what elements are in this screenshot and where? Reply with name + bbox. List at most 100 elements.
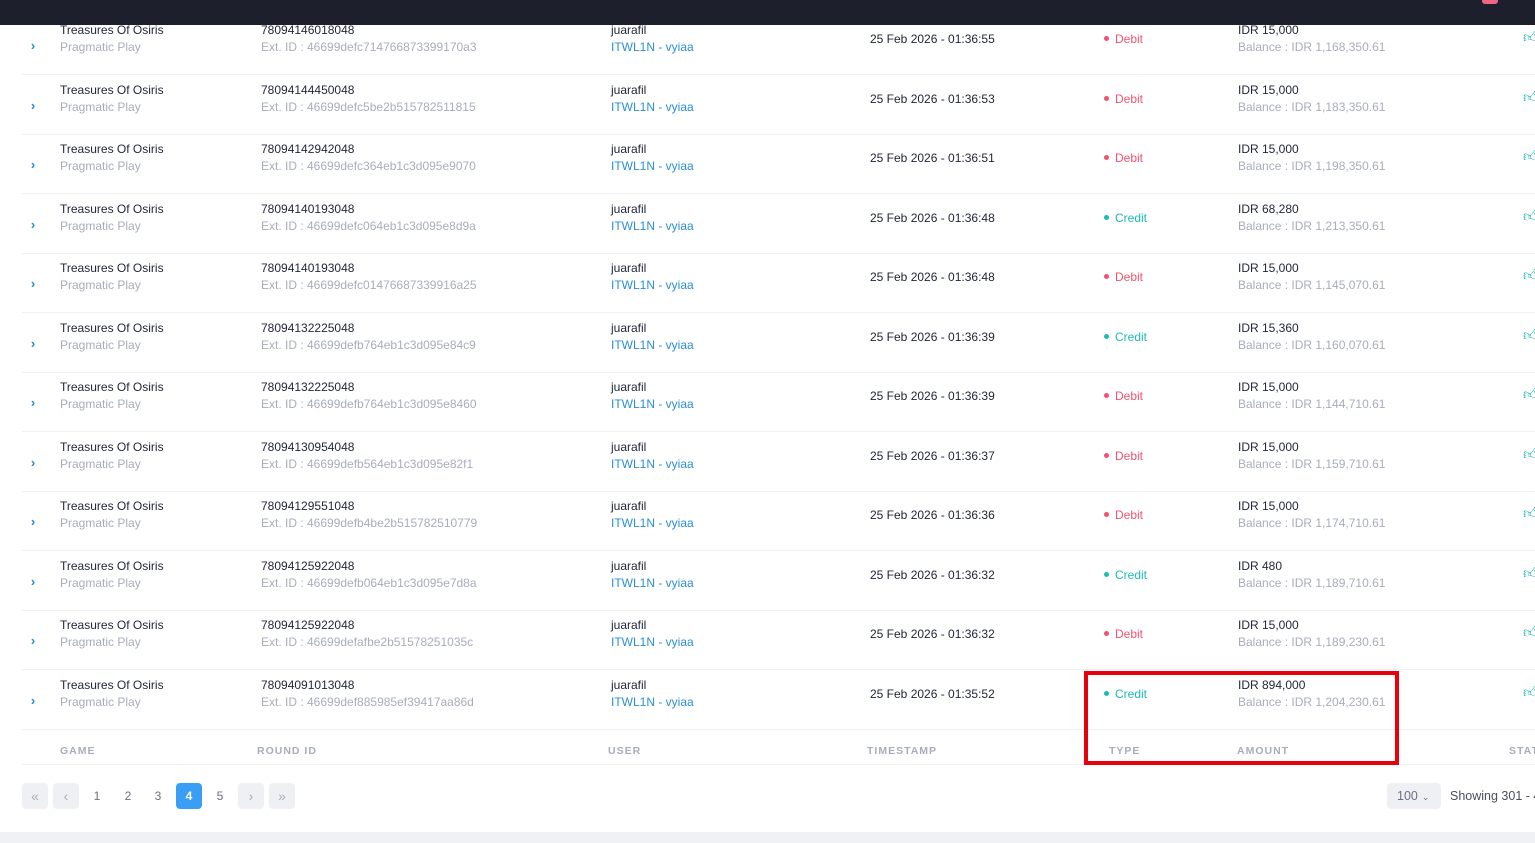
table-row[interactable]: › Treasures Of Osiris Pragmatic Play 780941… bbox=[22, 551, 1535, 611]
user-link[interactable]: ITWL1N - vyiaa bbox=[611, 575, 694, 592]
status-dot bbox=[1104, 691, 1109, 697]
first-page-button[interactable]: « bbox=[22, 783, 48, 809]
chevron-right-icon[interactable]: › bbox=[26, 515, 40, 529]
amount: IDR 894,000 bbox=[1238, 678, 1306, 692]
balance: Balance : IDR 1,159,710.61 bbox=[1238, 457, 1386, 471]
column-header-user[interactable]: USER bbox=[608, 745, 641, 757]
user-link[interactable]: ITWL1N - vyiaa bbox=[611, 99, 694, 116]
round-cell: 78094146018048 Ext. ID : 46699defc7147668… bbox=[261, 22, 477, 56]
notification-badge[interactable] bbox=[1482, 0, 1498, 4]
column-header-round-id[interactable]: ROUND ID bbox=[257, 745, 317, 757]
type-badge: Credit bbox=[1104, 210, 1147, 227]
chevron-right-icon[interactable]: › bbox=[26, 337, 40, 351]
chevron-right-icon[interactable]: › bbox=[26, 39, 40, 53]
user-link[interactable]: ITWL1N - vyiaa bbox=[611, 277, 694, 294]
user-link[interactable]: ITWL1N - vyiaa bbox=[611, 158, 694, 175]
type-badge: Debit bbox=[1104, 31, 1143, 48]
per-page-select[interactable]: 100 ⌄ bbox=[1387, 783, 1441, 809]
chevron-right-icon[interactable]: › bbox=[26, 575, 40, 589]
user-link[interactable]: ITWL1N - vyiaa bbox=[611, 694, 694, 711]
chevron-right-icon[interactable]: › bbox=[26, 456, 40, 470]
thumbs-up-icon[interactable]: 👍︎ bbox=[1523, 446, 1535, 464]
thumbs-up-icon[interactable]: 👍︎ bbox=[1523, 267, 1535, 285]
user-link[interactable]: ITWL1N - vyiaa bbox=[611, 218, 694, 235]
user-cell: juarafil ITWL1N - vyiaa bbox=[611, 141, 694, 175]
round-id: 78094129551048 bbox=[261, 499, 355, 513]
chevron-right-icon[interactable]: › bbox=[26, 218, 40, 232]
chevron-right-icon[interactable]: › bbox=[26, 396, 40, 410]
balance: Balance : IDR 1,174,710.61 bbox=[1238, 516, 1386, 530]
round-cell: 78094132225048 Ext. ID : 46699defb764eb1c… bbox=[261, 379, 477, 413]
next-page-button[interactable]: › bbox=[238, 783, 264, 809]
type-badge: Credit bbox=[1104, 567, 1147, 584]
table-row[interactable]: › Treasures Of Osiris Pragmatic Play 780941… bbox=[22, 610, 1535, 670]
game-cell: Treasures Of Osiris Pragmatic Play bbox=[60, 677, 164, 711]
user-link[interactable]: ITWL1N - vyiaa bbox=[611, 515, 694, 532]
table-row[interactable]: › Treasures Of Osiris Pragmatic Play 780941… bbox=[22, 372, 1535, 432]
amount-cell: IDR 15,000 Balance : IDR 1,159,710.61 bbox=[1238, 439, 1385, 473]
game-cell: Treasures Of Osiris Pragmatic Play bbox=[60, 558, 164, 592]
column-header-status[interactable]: STAT bbox=[1509, 745, 1535, 757]
amount: IDR 15,000 bbox=[1238, 618, 1299, 632]
type-label: Debit bbox=[1115, 151, 1144, 165]
column-header-timestamp[interactable]: TIMESTAMP bbox=[867, 745, 937, 757]
page-3-button[interactable]: 3 bbox=[145, 783, 171, 809]
page-5-button[interactable]: 5 bbox=[207, 783, 233, 809]
thumbs-up-icon[interactable]: 👍︎ bbox=[1523, 327, 1535, 345]
timestamp: 25 Feb 2026 - 01:36:37 bbox=[870, 449, 995, 463]
table-row[interactable]: › Treasures Of Osiris Pragmatic Play 780941… bbox=[22, 313, 1535, 373]
chevron-right-icon[interactable]: › bbox=[26, 277, 40, 291]
table-row[interactable]: › Treasures Of Osiris Pragmatic Play 780941… bbox=[22, 253, 1535, 313]
round-id: 78094132225048 bbox=[261, 321, 355, 335]
user-link[interactable]: ITWL1N - vyiaa bbox=[611, 634, 694, 651]
status-dot bbox=[1104, 274, 1109, 280]
chevron-right-icon[interactable]: › bbox=[26, 694, 40, 708]
column-header-game[interactable]: GAME bbox=[60, 745, 96, 757]
chevron-right-icon[interactable]: › bbox=[26, 158, 40, 172]
chevron-right-icon[interactable]: › bbox=[26, 99, 40, 113]
thumbs-up-icon[interactable]: 👍︎ bbox=[1523, 208, 1535, 226]
user-link[interactable]: ITWL1N - vyiaa bbox=[611, 456, 694, 473]
round-id: 78094140193048 bbox=[261, 202, 355, 216]
column-header-amount[interactable]: AMOUNT bbox=[1237, 745, 1289, 757]
table-row[interactable]: › Treasures Of Osiris Pragmatic Play 780941… bbox=[22, 134, 1535, 194]
user-link[interactable]: ITWL1N - vyiaa bbox=[611, 337, 694, 354]
thumbs-up-icon[interactable]: 👍︎ bbox=[1523, 386, 1535, 404]
round-cell: 78094142942048 Ext. ID : 46699defc364eb1c… bbox=[261, 141, 476, 175]
last-page-button[interactable]: » bbox=[269, 783, 295, 809]
prev-page-button[interactable]: ‹ bbox=[53, 783, 79, 809]
table-row[interactable]: › Treasures Of Osiris Pragmatic Play 780941… bbox=[22, 15, 1535, 75]
user-cell: juarafil ITWL1N - vyiaa bbox=[611, 260, 694, 294]
type-label: Credit bbox=[1115, 330, 1148, 344]
thumbs-up-icon[interactable]: 👍︎ bbox=[1523, 29, 1535, 47]
thumbs-up-icon[interactable]: 👍︎ bbox=[1523, 89, 1535, 107]
user-link[interactable]: ITWL1N - vyiaa bbox=[611, 39, 694, 56]
thumbs-up-icon[interactable]: 👍︎ bbox=[1523, 684, 1535, 702]
thumbs-up-icon[interactable]: 👍︎ bbox=[1523, 624, 1535, 642]
page-1-button[interactable]: 1 bbox=[84, 783, 110, 809]
user-link[interactable]: ITWL1N - vyiaa bbox=[611, 396, 694, 413]
thumbs-up-icon[interactable]: 👍︎ bbox=[1523, 505, 1535, 523]
type-badge: Debit bbox=[1104, 269, 1143, 286]
table-row[interactable]: › Treasures Of Osiris Pragmatic Play 780940… bbox=[22, 670, 1535, 730]
column-header-type[interactable]: TYPE bbox=[1109, 745, 1140, 757]
ext-id: Ext. ID : 46699defb764eb1c3d095e8460 bbox=[261, 397, 477, 411]
table-row[interactable]: › Treasures Of Osiris Pragmatic Play 780941… bbox=[22, 194, 1535, 254]
amount-cell: IDR 15,000 Balance : IDR 1,183,350.61 bbox=[1238, 82, 1385, 116]
table-row[interactable]: › Treasures Of Osiris Pragmatic Play 780941… bbox=[22, 75, 1535, 135]
timestamp: 25 Feb 2026 - 01:36:32 bbox=[870, 627, 995, 641]
table-row[interactable]: › Treasures Of Osiris Pragmatic Play 780941… bbox=[22, 432, 1535, 492]
page-4-button[interactable]: 4 bbox=[176, 783, 202, 809]
chevron-right-icon[interactable]: › bbox=[26, 634, 40, 648]
ext-id: Ext. ID : 46699defc064eb1c3d095e8d9a bbox=[261, 219, 476, 233]
game-name: Treasures Of Osiris bbox=[60, 440, 164, 454]
type-badge: Debit bbox=[1104, 448, 1143, 465]
page-2-button[interactable]: 2 bbox=[115, 783, 141, 809]
amount: IDR 15,000 bbox=[1238, 380, 1299, 394]
user-name: juarafil bbox=[611, 261, 647, 275]
round-cell: 78094125922048 Ext. ID : 46699defb064eb1c… bbox=[261, 558, 477, 592]
game-provider: Pragmatic Play bbox=[60, 516, 141, 530]
thumbs-up-icon[interactable]: 👍︎ bbox=[1523, 148, 1535, 166]
thumbs-up-icon[interactable]: 👍︎ bbox=[1523, 565, 1535, 583]
table-row[interactable]: › Treasures Of Osiris Pragmatic Play 780941… bbox=[22, 491, 1535, 551]
